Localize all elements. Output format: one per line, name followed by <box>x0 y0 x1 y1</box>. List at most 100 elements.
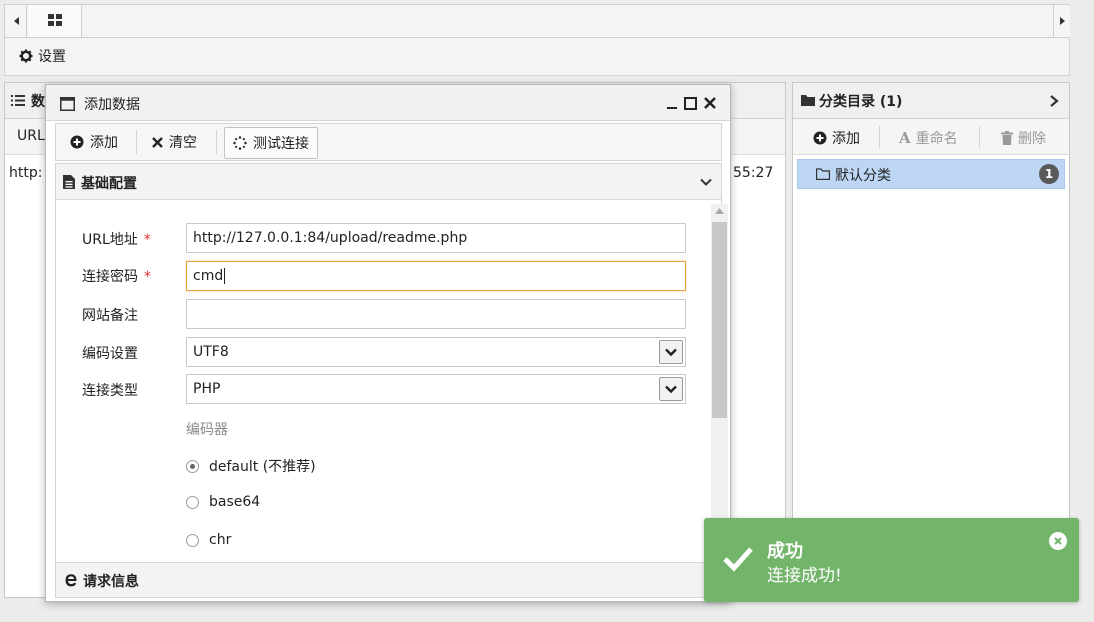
category-delete-label: 删除 <box>1018 131 1046 147</box>
type-select[interactable]: PHP <box>186 374 686 404</box>
settings-button[interactable]: 设置 <box>19 46 66 66</box>
section-request-info[interactable]: 请求信息 <box>55 562 722 598</box>
success-toast: 成功 连接成功! <box>704 518 1079 602</box>
url-value: http://127.0.0.1:84/upload/readme.php <box>193 230 468 246</box>
category-delete-button[interactable]: 删除 <box>1001 128 1046 148</box>
trash-icon <box>1001 131 1013 145</box>
settings-label: 设置 <box>38 49 66 65</box>
checkmark-icon <box>723 547 753 572</box>
basic-config-form: URL地址 * http://127.0.0.1:84/upload/readme… <box>55 200 728 562</box>
toast-message: 连接成功! <box>767 566 842 586</box>
category-rename-button[interactable]: A 重命名 <box>899 128 958 148</box>
category-name: 默认分类 <box>835 168 891 184</box>
chevron-down-icon <box>700 178 712 186</box>
encoder-option-default[interactable]: default (不推荐) <box>186 456 316 476</box>
tab-home[interactable] <box>28 5 82 37</box>
encoder-option-label: chr <box>209 532 232 548</box>
chevron-down-icon <box>665 385 677 393</box>
text-cursor <box>224 268 226 284</box>
close-icon[interactable] <box>703 96 717 110</box>
type-label: 连接类型 <box>82 383 138 399</box>
note-label: 网站备注 <box>82 308 138 324</box>
password-label: 连接密码 * <box>82 266 151 286</box>
radio-unselected[interactable] <box>186 533 199 547</box>
tab-strip <box>83 5 1053 37</box>
file-text-icon <box>63 175 75 189</box>
category-add-label: 添加 <box>832 131 860 147</box>
clear-label: 清空 <box>169 135 197 151</box>
main-toolbar: 设置 <box>4 38 1070 76</box>
url-field[interactable]: http://127.0.0.1:84/upload/readme.php <box>186 223 686 253</box>
scroll-thumb[interactable] <box>712 222 727 418</box>
divider <box>216 130 217 154</box>
encoder-option-label: default (不推荐) <box>209 459 316 475</box>
dialog-toolbar: 添加 清空 测试连接 <box>55 123 722 161</box>
divider <box>136 130 137 154</box>
url-label-text: URL地址 <box>82 232 138 248</box>
encoding-value: UTF8 <box>193 344 229 360</box>
grid-icon <box>48 14 62 26</box>
section-request-title: 请求信息 <box>83 574 139 590</box>
encoder-option-label: base64 <box>209 494 261 510</box>
form-scrollbar[interactable] <box>711 204 728 560</box>
radio-selected[interactable] <box>186 459 199 473</box>
type-value: PHP <box>193 381 221 397</box>
category-rename-label: 重命名 <box>915 131 958 147</box>
dialog-titlebar[interactable]: 添加数据 <box>46 85 730 121</box>
data-panel-title: 数 <box>31 94 45 110</box>
dialog-title: 添加数据 <box>84 97 140 113</box>
folder-icon <box>801 95 815 106</box>
chevron-right-icon[interactable] <box>1049 94 1059 108</box>
row-time-cell: 55:27 <box>733 165 774 181</box>
divider <box>979 126 980 148</box>
encoding-label: 编码设置 <box>82 346 138 362</box>
window-icon <box>60 97 75 111</box>
tab-scroll-left-button[interactable] <box>5 5 27 37</box>
close-icon <box>1054 537 1062 545</box>
list-icon <box>11 95 25 106</box>
category-count-badge: 1 <box>1039 164 1059 184</box>
category-toolbar: 添加 A 重命名 删除 <box>793 119 1069 155</box>
password-label-text: 连接密码 <box>82 269 138 285</box>
category-add-button[interactable]: 添加 <box>813 128 860 148</box>
section-basic-title: 基础配置 <box>81 176 137 192</box>
test-connection-label: 测试连接 <box>253 136 309 152</box>
category-panel-title: 分类目录 (1) <box>819 94 903 110</box>
add-label: 添加 <box>90 135 118 151</box>
dropdown-button[interactable] <box>659 377 683 401</box>
plus-circle-icon <box>70 135 84 149</box>
spinner-icon <box>233 136 247 150</box>
encoder-label: 编码器 <box>186 422 228 438</box>
encoder-option-base64[interactable]: base64 <box>186 494 260 510</box>
required-mark: * <box>143 232 151 248</box>
column-url[interactable]: URL <box>17 128 45 144</box>
password-field[interactable]: cmd <box>186 261 686 291</box>
encoder-option-chr[interactable]: chr <box>186 532 231 548</box>
category-item-default[interactable]: 默认分类 1 <box>797 159 1065 189</box>
add-button[interactable]: 添加 <box>62 124 126 160</box>
font-icon: A <box>899 129 911 147</box>
chevron-down-icon <box>665 348 677 356</box>
ie-icon <box>65 574 77 587</box>
divider <box>879 126 880 148</box>
dropdown-button[interactable] <box>659 340 683 364</box>
scroll-up-icon[interactable] <box>715 208 724 214</box>
toast-close-button[interactable] <box>1049 532 1067 550</box>
encoding-select[interactable]: UTF8 <box>186 337 686 367</box>
toast-title: 成功 <box>767 541 803 562</box>
row-url-cell[interactable]: http: <box>9 165 42 181</box>
password-value: cmd <box>193 268 224 284</box>
maximize-icon[interactable] <box>684 97 697 110</box>
radio-unselected[interactable] <box>186 495 199 509</box>
test-connection-button[interactable]: 测试连接 <box>224 127 318 159</box>
plus-circle-icon <box>813 131 827 145</box>
gear-icon <box>19 49 33 63</box>
caret-left-icon <box>14 17 19 25</box>
clear-button[interactable]: 清空 <box>144 124 205 160</box>
minimize-icon[interactable] <box>666 96 678 110</box>
tab-scroll-right-button[interactable] <box>1053 5 1070 37</box>
note-field[interactable] <box>186 299 686 329</box>
add-data-dialog: 添加数据 添加 清空 测试连接 基础配置 URL地址 * http://127.… <box>45 84 731 602</box>
required-mark: * <box>144 269 151 285</box>
section-basic-config[interactable]: 基础配置 <box>55 163 722 200</box>
